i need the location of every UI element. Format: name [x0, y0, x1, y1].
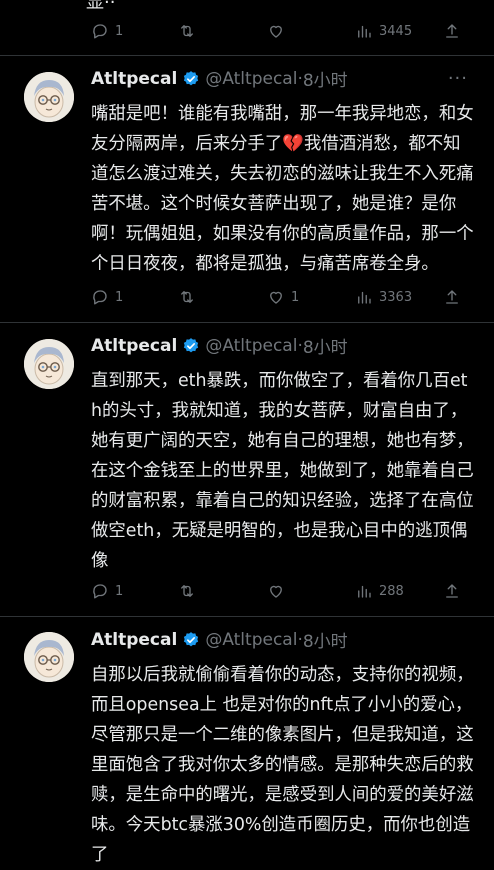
views-icon [358, 25, 371, 38]
views-count: 288 [379, 583, 404, 599]
verified-badge-icon [184, 337, 199, 352]
views-button[interactable]: 3363 [355, 288, 412, 306]
retweet-button[interactable] [178, 288, 196, 306]
divider [0, 322, 494, 323]
reply-count: 1 [115, 23, 124, 39]
avatar[interactable] [24, 632, 74, 682]
views-count: 3363 [379, 289, 413, 305]
timestamp[interactable]: 8小时 [303, 627, 348, 652]
reply-icon [93, 584, 107, 599]
tweet-actions: 1 288 [91, 580, 474, 602]
divider [0, 616, 494, 617]
like-count: 1 [291, 289, 300, 305]
avatar[interactable] [24, 72, 74, 122]
tweet: Atltpecal @Atltpecal · 8小时 直到那天，eth暴跌，而你… [91, 333, 474, 576]
heart-icon [270, 585, 282, 598]
broken-heart-emoji: 💔 [282, 134, 304, 154]
tweet-header: Atltpecal @Atltpecal · 8小时 [91, 333, 474, 359]
views-button[interactable]: 288 [355, 582, 404, 600]
share-icon [446, 24, 458, 38]
views-icon [358, 291, 371, 304]
previous-tweet-actions: 1 3445 [91, 20, 474, 42]
share-button[interactable] [443, 22, 461, 40]
tweet-header: Atltpecal @Atltpecal · 8小时 [91, 66, 474, 92]
retweet-icon [181, 291, 193, 303]
reply-button[interactable]: 1 [91, 582, 123, 600]
retweet-icon [181, 585, 193, 597]
like-button[interactable]: 1 [267, 288, 299, 306]
avatar-icon [24, 632, 74, 682]
tweet-text: 嘴甜是吧！谁能有我嘴甜，那一年我异地恋，和女友分隔两岸，后来分手了💔我借酒消愁，… [91, 99, 474, 279]
handle[interactable]: @Atltpecal [205, 69, 297, 89]
more-options-icon[interactable]: ··· [448, 68, 468, 89]
views-icon [358, 585, 371, 598]
reply-button[interactable]: 1 [91, 288, 123, 306]
tweet-text-part: 我借酒消愁，都不知道怎么渡过难关，失去初恋的滋味让我生不入死痛苦不堪。这个时候女… [91, 134, 474, 274]
reply-icon [93, 24, 107, 39]
like-button[interactable] [267, 22, 285, 40]
handle[interactable]: @Atltpecal [205, 630, 297, 650]
tweet-header: Atltpecal @Atltpecal · 8小时 [91, 627, 474, 653]
tweet-text: 直到那天，eth暴跌，而你做空了，看着你几百eth的头寸，我就知道，我的女菩萨，… [91, 366, 474, 576]
reply-count: 1 [115, 289, 124, 305]
display-name[interactable]: Atltpecal [91, 336, 177, 356]
tweet-actions: 1 1 3363 [91, 286, 474, 308]
previous-tweet-fragment: 显·· [86, 0, 116, 13]
retweet-icon [181, 25, 193, 37]
tweet: Atltpecal @Atltpecal · 8小时 ··· 嘴甜是吧！谁能有我… [91, 66, 474, 279]
tweet-text-part: 自那以后我就偷偷看着你的动态，支持你的视频，而且opensea上 也是对你的nf… [91, 665, 474, 865]
reply-count: 1 [115, 583, 124, 599]
retweet-button[interactable] [178, 582, 196, 600]
share-icon [446, 290, 458, 304]
divider [0, 55, 494, 56]
tweet-text: 自那以后我就偷偷看着你的动态，支持你的视频，而且opensea上 也是对你的nf… [91, 660, 474, 870]
timestamp[interactable]: 8小时 [303, 66, 348, 91]
views-count: 3445 [379, 23, 413, 39]
avatar-icon [24, 339, 74, 389]
verified-badge-icon [184, 631, 199, 646]
retweet-button[interactable] [178, 22, 196, 40]
verified-badge-icon [184, 70, 199, 85]
like-button[interactable] [267, 582, 285, 600]
handle[interactable]: @Atltpecal [205, 336, 297, 356]
display-name[interactable]: Atltpecal [91, 69, 177, 89]
avatar[interactable] [24, 339, 74, 389]
heart-icon [270, 291, 282, 304]
reply-button[interactable]: 1 [91, 22, 123, 40]
heart-icon [270, 25, 282, 38]
share-button[interactable] [443, 288, 461, 306]
share-icon [446, 584, 458, 598]
views-button[interactable]: 3445 [355, 22, 412, 40]
share-button[interactable] [443, 582, 461, 600]
tweet-text-part: 直到那天，eth暴跌，而你做空了，看着你几百eth的头寸，我就知道，我的女菩萨，… [91, 371, 474, 571]
tweet: Atltpecal @Atltpecal · 8小时 自那以后我就偷偷看着你的动… [91, 627, 474, 870]
avatar-icon [24, 72, 74, 122]
reply-icon [93, 290, 107, 305]
timestamp[interactable]: 8小时 [303, 333, 348, 358]
display-name[interactable]: Atltpecal [91, 630, 177, 650]
